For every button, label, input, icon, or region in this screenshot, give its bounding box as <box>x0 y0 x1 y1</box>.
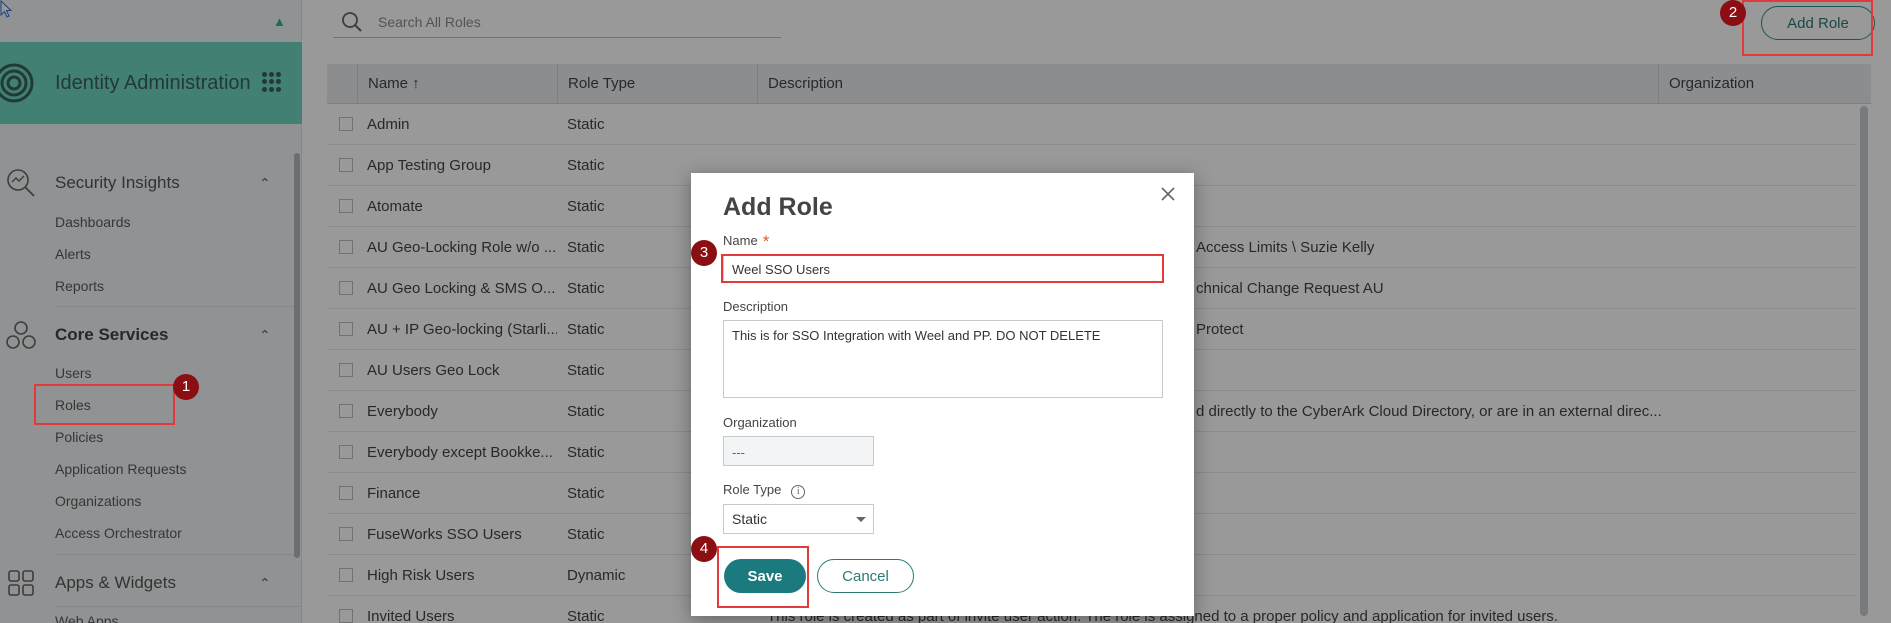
organization-label: Organization <box>723 415 797 430</box>
highlight-box-add-role <box>1742 0 1873 56</box>
description-field[interactable]: This is for SSO Integration with Weel an… <box>723 320 1163 398</box>
role-type-label-text: Role Type <box>723 482 782 497</box>
step-badge-1: 1 <box>173 374 199 400</box>
required-mark: * <box>762 232 770 251</box>
highlight-box-roles <box>34 384 175 425</box>
dialog-title: Add Role <box>723 193 833 221</box>
step-badge-3: 3 <box>691 240 717 266</box>
role-type-value: Static <box>732 511 768 527</box>
name-label: Name * <box>723 230 770 251</box>
step-badge-4: 4 <box>691 536 717 562</box>
highlight-box-save <box>717 546 809 608</box>
role-type-select[interactable]: Static <box>723 504 874 534</box>
highlight-box-name <box>721 254 1164 283</box>
name-label-text: Name <box>723 233 758 248</box>
organization-field[interactable]: --- <box>723 436 874 466</box>
description-label: Description <box>723 299 789 314</box>
info-icon[interactable]: i <box>791 485 806 499</box>
role-type-label: Role Type i <box>723 482 806 499</box>
cancel-button[interactable]: Cancel <box>817 559 914 593</box>
caret-down-icon <box>856 517 866 522</box>
close-icon[interactable] <box>1160 186 1176 202</box>
step-badge-2: 2 <box>1720 0 1746 26</box>
